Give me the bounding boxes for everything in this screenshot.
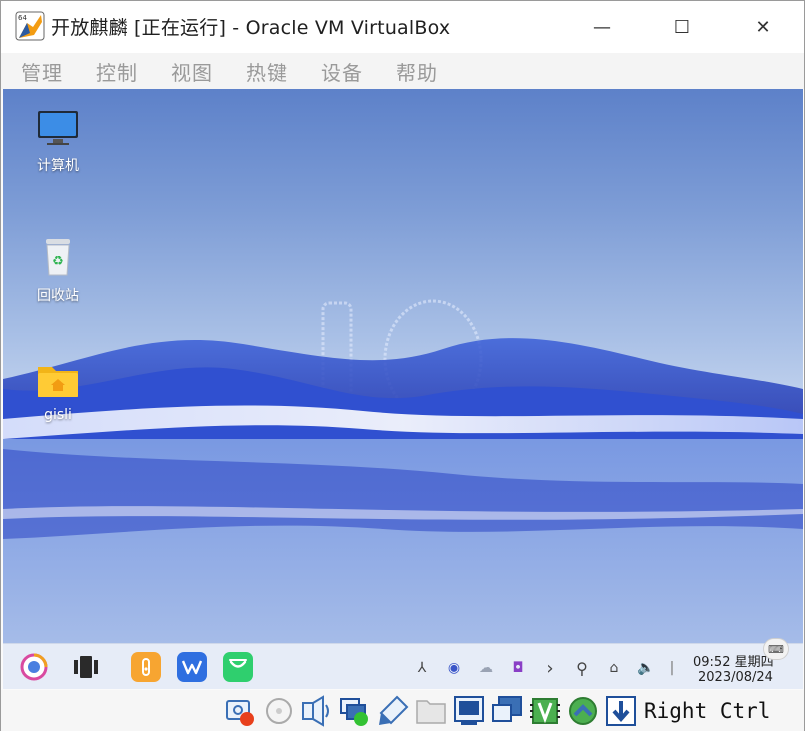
multitask-view-icon: [74, 656, 98, 678]
usb-icon[interactable]: [377, 695, 409, 727]
virtual-keyboard-button[interactable]: ⌨: [763, 638, 789, 660]
maximize-icon: ☐: [673, 16, 691, 38]
host-key-indicator-icon[interactable]: [605, 695, 637, 727]
shared-folders-icon[interactable]: [415, 695, 447, 727]
camera-app-icon[interactable]: ◘: [507, 657, 529, 679]
guest-desktop[interactable]: 计算机 ♻ 回收站 gisli: [3, 89, 803, 643]
search-icon[interactable]: ⚲: [571, 657, 593, 679]
cloud-icon[interactable]: ☁: [475, 657, 497, 679]
minimize-button[interactable]: —: [577, 9, 627, 45]
recycle-bin-label: 回收站: [37, 288, 79, 304]
vbox-status-bar: Right Ctrl: [1, 690, 804, 731]
menu-view[interactable]: 视图: [171, 57, 213, 86]
file-manager-icon: [142, 658, 150, 676]
start-menu-icon: [20, 653, 48, 681]
virtualbox-window: 64 开放麒麟 [正在运行] - Oracle VM VirtualBox — …: [0, 0, 805, 731]
guest-taskbar: ⅄ ◉ ☁ ◘ › ⚲ ⌂ 🔈 | 09:52 星期四 2023/08/24 ⌨: [3, 638, 803, 689]
minimize-icon: —: [593, 16, 611, 38]
recycle-bin-icon: ♻: [46, 239, 70, 276]
hard-disk-icon[interactable]: [225, 695, 257, 727]
desktop-icon-recycle-bin[interactable]: ♻ 回收站: [13, 235, 103, 305]
display-icon[interactable]: [453, 695, 485, 727]
clock-time[interactable]: 09:52 星期四: [693, 651, 774, 670]
svg-text:♻: ♻: [52, 254, 64, 269]
desktop-icon-computer[interactable]: 计算机: [13, 109, 103, 175]
desktop-icon-home-folder[interactable]: gisli: [13, 361, 103, 423]
file-manager-button[interactable]: [131, 652, 161, 682]
multitask-view-button[interactable]: [71, 652, 101, 682]
computer-label: 计算机: [37, 158, 79, 174]
mouse-integration-icon[interactable]: [567, 695, 599, 727]
computer-icon: [38, 111, 78, 145]
start-menu-button[interactable]: [19, 652, 49, 682]
wps-office-icon: [181, 660, 203, 675]
virtualbox-app-icon: 64: [15, 11, 45, 41]
menu-hotkeys[interactable]: 热键: [246, 57, 288, 86]
software-store-icon: [229, 659, 247, 668]
maximize-button[interactable]: ☐: [657, 9, 707, 45]
cpu-virtualization-icon[interactable]: [529, 695, 561, 727]
menu-bar: 管理 控制 视图 热键 设备 帮助: [1, 53, 804, 89]
window-title: 开放麒麟 [正在运行] - Oracle VM VirtualBox: [51, 17, 451, 39]
home-folder-label: gisli: [44, 407, 72, 423]
audio-icon[interactable]: [301, 695, 333, 727]
app-icon-badge: 64: [18, 14, 27, 22]
software-store-button[interactable]: [223, 652, 253, 682]
notification-separator: |: [669, 660, 675, 676]
menu-help[interactable]: 帮助: [396, 57, 438, 86]
close-icon: ✕: [755, 16, 771, 38]
menu-control[interactable]: 控制: [96, 57, 138, 86]
network-share-icon[interactable]: ⅄: [411, 657, 433, 679]
close-button[interactable]: ✕: [738, 9, 788, 45]
network-settings-icon[interactable]: ⌂: [603, 657, 625, 679]
host-key-label: Right Ctrl: [644, 699, 771, 723]
volume-icon[interactable]: 🔈: [635, 657, 657, 679]
network-icon[interactable]: [339, 695, 371, 727]
wps-office-button[interactable]: [177, 652, 207, 682]
clock-date[interactable]: 2023/08/24: [698, 670, 773, 685]
video-capture-icon[interactable]: [491, 695, 523, 727]
wallpaper: [3, 299, 803, 643]
title-bar[interactable]: 64 开放麒麟 [正在运行] - Oracle VM VirtualBox — …: [1, 1, 804, 53]
keyboard-icon: ⌨: [768, 642, 784, 656]
app-indicator-icon[interactable]: ◉: [443, 657, 465, 679]
home-folder-icon: [38, 367, 78, 397]
menu-devices[interactable]: 设备: [321, 57, 363, 86]
optical-drive-icon[interactable]: [263, 695, 295, 727]
menu-machine[interactable]: 管理: [21, 57, 63, 86]
expand-tray-icon[interactable]: ›: [539, 657, 561, 679]
